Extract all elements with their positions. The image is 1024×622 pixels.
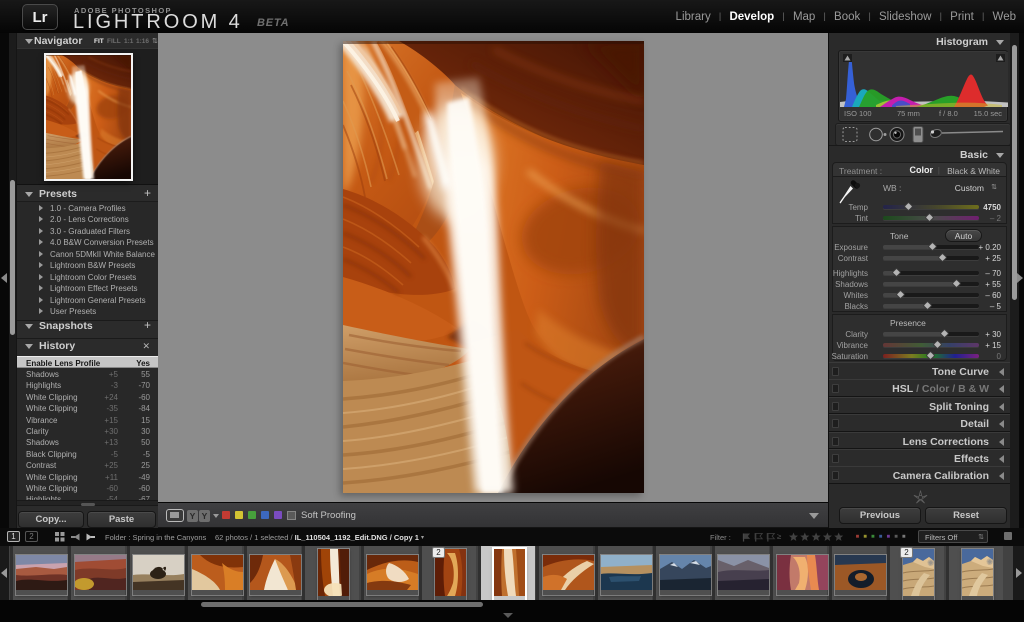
- svg-text:✺: ✺: [986, 557, 993, 567]
- svg-text:✺: ✺: [927, 558, 934, 568]
